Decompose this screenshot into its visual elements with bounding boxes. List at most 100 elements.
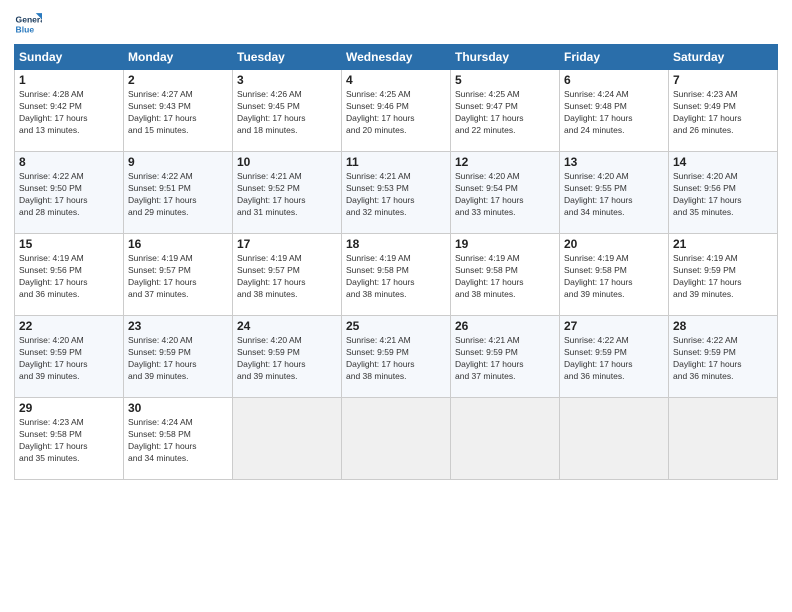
day-number: 2 — [128, 73, 228, 87]
calendar-cell: 13 Sunrise: 4:20 AM Sunset: 9:55 PM Dayli… — [560, 152, 669, 234]
calendar-cell: 4 Sunrise: 4:25 AM Sunset: 9:46 PM Daylig… — [342, 70, 451, 152]
svg-text:Blue: Blue — [16, 25, 35, 35]
calendar-week-row: 8 Sunrise: 4:22 AM Sunset: 9:50 PM Daylig… — [15, 152, 778, 234]
day-number: 21 — [673, 237, 773, 251]
calendar-cell: 22Sunrise: 4:20 AM Sunset: 9:59 PM Dayli… — [15, 316, 124, 398]
calendar-cell: 16 Sunrise: 4:19 AM Sunset: 9:57 PM Dayli… — [124, 234, 233, 316]
calendar-cell: 24 Sunrise: 4:20 AM Sunset: 9:59 PM Dayli… — [233, 316, 342, 398]
calendar-cell: 23 Sunrise: 4:20 AM Sunset: 9:59 PM Dayli… — [124, 316, 233, 398]
day-info: Sunrise: 4:20 AM Sunset: 9:56 PM Dayligh… — [673, 171, 773, 219]
header-sunday: Sunday — [15, 45, 124, 70]
day-info: Sunrise: 4:21 AM Sunset: 9:53 PM Dayligh… — [346, 171, 446, 219]
day-info: Sunrise: 4:27 AM Sunset: 9:43 PM Dayligh… — [128, 89, 228, 137]
day-info: Sunrise: 4:19 AM Sunset: 9:57 PM Dayligh… — [237, 253, 337, 301]
calendar-table: SundayMondayTuesdayWednesdayThursdayFrid… — [14, 44, 778, 480]
calendar-cell — [451, 398, 560, 480]
day-info: Sunrise: 4:21 AM Sunset: 9:52 PM Dayligh… — [237, 171, 337, 219]
day-number: 18 — [346, 237, 446, 251]
day-info: Sunrise: 4:23 AM Sunset: 9:58 PM Dayligh… — [19, 417, 119, 465]
calendar-cell: 26 Sunrise: 4:21 AM Sunset: 9:59 PM Dayli… — [451, 316, 560, 398]
day-number: 14 — [673, 155, 773, 169]
header-monday: Monday — [124, 45, 233, 70]
day-info: Sunrise: 4:23 AM Sunset: 9:49 PM Dayligh… — [673, 89, 773, 137]
day-info: Sunrise: 4:20 AM Sunset: 9:59 PM Dayligh… — [128, 335, 228, 383]
day-number: 7 — [673, 73, 773, 87]
calendar-cell: 14 Sunrise: 4:20 AM Sunset: 9:56 PM Dayli… — [669, 152, 778, 234]
day-info: Sunrise: 4:20 AM Sunset: 9:54 PM Dayligh… — [455, 171, 555, 219]
day-info: Sunrise: 4:28 AM Sunset: 9:42 PM Dayligh… — [19, 89, 119, 137]
calendar-cell: 7 Sunrise: 4:23 AM Sunset: 9:49 PM Daylig… — [669, 70, 778, 152]
day-number: 16 — [128, 237, 228, 251]
day-info: Sunrise: 4:19 AM Sunset: 9:56 PM Dayligh… — [19, 253, 119, 301]
day-info: Sunrise: 4:20 AM Sunset: 9:59 PM Dayligh… — [237, 335, 337, 383]
day-number: 4 — [346, 73, 446, 87]
calendar-header-row: SundayMondayTuesdayWednesdayThursdayFrid… — [15, 45, 778, 70]
calendar-cell: 2 Sunrise: 4:27 AM Sunset: 9:43 PM Daylig… — [124, 70, 233, 152]
day-info: Sunrise: 4:22 AM Sunset: 9:50 PM Dayligh… — [19, 171, 119, 219]
calendar-week-row: 29 Sunrise: 4:23 AM Sunset: 9:58 PM Dayli… — [15, 398, 778, 480]
day-info: Sunrise: 4:24 AM Sunset: 9:58 PM Dayligh… — [128, 417, 228, 465]
day-number: 1 — [19, 73, 119, 87]
day-info: Sunrise: 4:19 AM Sunset: 9:58 PM Dayligh… — [346, 253, 446, 301]
day-number: 27 — [564, 319, 664, 333]
logo-icon: General Blue — [14, 10, 42, 38]
calendar-week-row: 22Sunrise: 4:20 AM Sunset: 9:59 PM Dayli… — [15, 316, 778, 398]
day-number: 15 — [19, 237, 119, 251]
day-number: 29 — [19, 401, 119, 415]
calendar-cell: 11 Sunrise: 4:21 AM Sunset: 9:53 PM Dayli… — [342, 152, 451, 234]
day-number: 13 — [564, 155, 664, 169]
calendar-cell: 12 Sunrise: 4:20 AM Sunset: 9:54 PM Dayli… — [451, 152, 560, 234]
day-number: 8 — [19, 155, 119, 169]
day-info: Sunrise: 4:26 AM Sunset: 9:45 PM Dayligh… — [237, 89, 337, 137]
calendar-week-row: 1 Sunrise: 4:28 AM Sunset: 9:42 PM Daylig… — [15, 70, 778, 152]
calendar-cell: 28 Sunrise: 4:22 AM Sunset: 9:59 PM Dayli… — [669, 316, 778, 398]
calendar-week-row: 15 Sunrise: 4:19 AM Sunset: 9:56 PM Dayli… — [15, 234, 778, 316]
header-thursday: Thursday — [451, 45, 560, 70]
day-info: Sunrise: 4:22 AM Sunset: 9:59 PM Dayligh… — [673, 335, 773, 383]
calendar-cell: 6Sunrise: 4:24 AM Sunset: 9:48 PM Daylig… — [560, 70, 669, 152]
day-number: 30 — [128, 401, 228, 415]
header-saturday: Saturday — [669, 45, 778, 70]
day-number: 23 — [128, 319, 228, 333]
calendar-cell: 19Sunrise: 4:19 AM Sunset: 9:58 PM Dayli… — [451, 234, 560, 316]
day-number: 11 — [346, 155, 446, 169]
calendar-cell: 9 Sunrise: 4:22 AM Sunset: 9:51 PM Daylig… — [124, 152, 233, 234]
day-number: 26 — [455, 319, 555, 333]
day-info: Sunrise: 4:21 AM Sunset: 9:59 PM Dayligh… — [455, 335, 555, 383]
day-number: 28 — [673, 319, 773, 333]
day-number: 5 — [455, 73, 555, 87]
day-number: 25 — [346, 319, 446, 333]
calendar-cell: 27 Sunrise: 4:22 AM Sunset: 9:59 PM Dayli… — [560, 316, 669, 398]
calendar-cell: 10 Sunrise: 4:21 AM Sunset: 9:52 PM Dayli… — [233, 152, 342, 234]
calendar-cell: 29 Sunrise: 4:23 AM Sunset: 9:58 PM Dayli… — [15, 398, 124, 480]
calendar-cell: 5 Sunrise: 4:25 AM Sunset: 9:47 PM Daylig… — [451, 70, 560, 152]
day-info: Sunrise: 4:20 AM Sunset: 9:59 PM Dayligh… — [19, 335, 119, 383]
day-info: Sunrise: 4:19 AM Sunset: 9:57 PM Dayligh… — [128, 253, 228, 301]
calendar-cell: 20Sunrise: 4:19 AM Sunset: 9:58 PM Dayli… — [560, 234, 669, 316]
day-number: 12 — [455, 155, 555, 169]
day-number: 20 — [564, 237, 664, 251]
calendar-cell: 30 Sunrise: 4:24 AM Sunset: 9:58 PM Dayli… — [124, 398, 233, 480]
day-number: 10 — [237, 155, 337, 169]
day-info: Sunrise: 4:25 AM Sunset: 9:46 PM Dayligh… — [346, 89, 446, 137]
day-info: Sunrise: 4:22 AM Sunset: 9:59 PM Dayligh… — [564, 335, 664, 383]
calendar-cell: 25 Sunrise: 4:21 AM Sunset: 9:59 PM Dayli… — [342, 316, 451, 398]
day-info: Sunrise: 4:21 AM Sunset: 9:59 PM Dayligh… — [346, 335, 446, 383]
day-number: 9 — [128, 155, 228, 169]
calendar-cell: 17Sunrise: 4:19 AM Sunset: 9:57 PM Dayli… — [233, 234, 342, 316]
calendar-cell — [233, 398, 342, 480]
calendar-cell — [342, 398, 451, 480]
calendar-cell: 1 Sunrise: 4:28 AM Sunset: 9:42 PM Daylig… — [15, 70, 124, 152]
calendar-cell: 15 Sunrise: 4:19 AM Sunset: 9:56 PM Dayli… — [15, 234, 124, 316]
page-header: General Blue — [14, 10, 778, 38]
day-number: 24 — [237, 319, 337, 333]
calendar-cell: 3 Sunrise: 4:26 AM Sunset: 9:45 PM Daylig… — [233, 70, 342, 152]
svg-text:General: General — [16, 14, 42, 24]
day-info: Sunrise: 4:22 AM Sunset: 9:51 PM Dayligh… — [128, 171, 228, 219]
calendar-cell: 21Sunrise: 4:19 AM Sunset: 9:59 PM Dayli… — [669, 234, 778, 316]
day-number: 3 — [237, 73, 337, 87]
day-number: 19 — [455, 237, 555, 251]
day-info: Sunrise: 4:20 AM Sunset: 9:55 PM Dayligh… — [564, 171, 664, 219]
day-info: Sunrise: 4:25 AM Sunset: 9:47 PM Dayligh… — [455, 89, 555, 137]
logo: General Blue — [14, 10, 46, 38]
